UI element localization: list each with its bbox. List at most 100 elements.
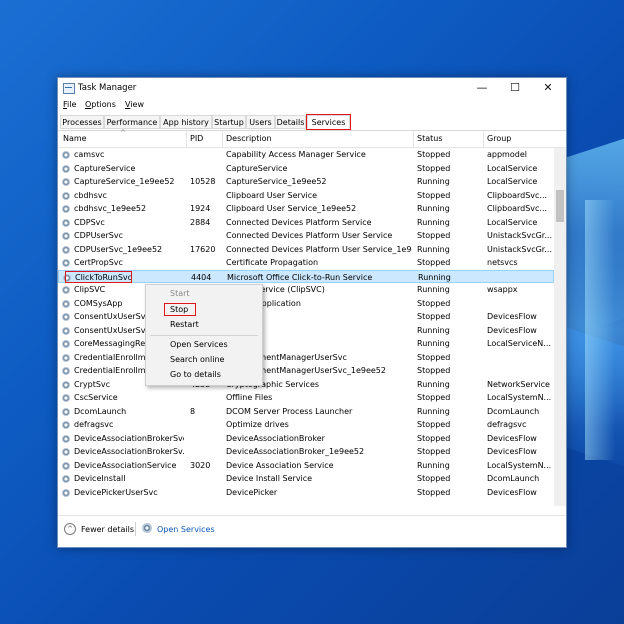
fewer-details-button[interactable]: Fewer details: [81, 525, 134, 534]
close-button[interactable]: ✕: [533, 79, 563, 97]
column-description[interactable]: Description: [226, 134, 272, 143]
menu-options[interactable]: Options: [85, 100, 116, 109]
service-gear-icon: [62, 299, 70, 308]
service-row[interactable]: CryptSvc4252Cryptographic ServicesRunnin…: [58, 378, 554, 392]
column-status[interactable]: Status: [417, 134, 443, 143]
context-start[interactable]: Start: [170, 289, 190, 298]
service-row[interactable]: ConsentUxUserSvc...XRunningDevicesFlow: [58, 324, 554, 338]
service-row[interactable]: COMSysApp ...stem Application Stopped: [58, 297, 554, 311]
service-row[interactable]: DeviceAssociationBrokerSvc DeviceAssociat…: [58, 432, 554, 446]
service-status: Stopped: [417, 433, 451, 443]
title-bar[interactable]: Task Manager — ☐ ✕: [58, 78, 566, 98]
column-name[interactable]: Name: [63, 134, 87, 143]
service-group: UnistackSvcGr...: [487, 231, 552, 240]
task-manager-window: Task Manager — ☐ ✕ File Options View Pro…: [57, 77, 567, 548]
column-group[interactable]: Group: [487, 134, 511, 143]
service-group: LocalSystemN...: [487, 393, 552, 402]
service-group: LocalService: [487, 177, 538, 186]
service-description: Clipboard User Service: [226, 190, 318, 200]
context-search-online[interactable]: Search online: [170, 355, 224, 364]
service-gear-icon: [62, 367, 70, 375]
service-name: DcomLaunch: [74, 406, 127, 416]
tab-startup[interactable]: Startup: [212, 115, 246, 129]
context-go-to-details[interactable]: Go to details: [170, 370, 221, 379]
chevron-up-icon[interactable]: ^: [64, 523, 76, 535]
service-row[interactable]: CredentialEnrollme ...lEnrollmentManagerU…: [58, 364, 554, 378]
service-status: Stopped: [417, 231, 451, 240]
service-row[interactable]: cbdhsvc Clipboard User Service Stopped Clip…: [58, 189, 554, 203]
service-gear-icon: [62, 232, 70, 240]
tab-users[interactable]: Users: [246, 115, 275, 129]
service-row[interactable]: ConsentUxUserSvc...XStoppedDevicesFlow: [58, 310, 554, 324]
service-name: cbdhsvc: [74, 190, 107, 200]
service-group: LocalService: [487, 163, 538, 173]
service-gear-icon: [62, 461, 70, 470]
service-status: Running: [417, 460, 450, 470]
tab-services[interactable]: Services: [306, 114, 351, 130]
service-gear-icon: [62, 313, 70, 321]
tab-app-history[interactable]: App history: [160, 115, 212, 129]
service-row[interactable]: DeviceInstall Device Install Service Stopp…: [58, 472, 554, 486]
service-row[interactable]: CoreMessagingReg...agingRunningLocalServ…: [58, 337, 554, 351]
maximize-button[interactable]: ☐: [500, 79, 530, 97]
service-pid: 8: [190, 406, 196, 416]
stop-highlight-box: [164, 303, 196, 316]
service-group: DcomLaunch: [487, 406, 540, 416]
service-row[interactable]: CaptureService CaptureService Stopped Local…: [58, 162, 554, 176]
vertical-scrollbar[interactable]: [554, 148, 566, 506]
service-gear-icon: [62, 286, 70, 294]
service-gear-icon: [62, 407, 70, 416]
service-row[interactable]: CaptureService_1e9ee52 10528 CaptureServic…: [58, 175, 554, 189]
service-row[interactable]: CDPSvc 2884 Connected Devices Platform Ser…: [58, 216, 554, 230]
service-gear-icon: [62, 353, 70, 362]
minimize-button[interactable]: —: [467, 79, 497, 97]
menu-file[interactable]: File: [63, 100, 76, 109]
service-row[interactable]: CredentialEnrollme ...lEnrollmentManagerU…: [58, 351, 554, 365]
service-gear-icon: [62, 218, 70, 227]
service-group: LocalServiceN...: [487, 339, 551, 348]
service-row[interactable]: DevicePickerUserSvc DevicePicker Stopped De…: [58, 486, 554, 500]
service-row[interactable]: cbdhsvc_1e9ee52 1924 Clipboard User Servic…: [58, 202, 554, 216]
service-row[interactable]: ClickToRunSvc 4404 Microsoft Office Click-…: [58, 269, 554, 283]
menu-view[interactable]: View: [125, 100, 144, 109]
service-name: DeviceAssociationBrokerSv...: [74, 447, 184, 456]
tab-performance[interactable]: Performance: [104, 115, 160, 129]
service-status: Stopped: [417, 352, 451, 362]
service-row[interactable]: DeviceAssociationBrokerSv... DeviceAssoci…: [58, 445, 554, 459]
service-status: Stopped: [417, 312, 451, 321]
service-status: Running: [417, 406, 450, 416]
service-row[interactable]: CscService Offline Files Stopped LocalSyste…: [58, 391, 554, 405]
service-pid: 17620: [190, 244, 216, 254]
service-status: Running: [417, 379, 450, 389]
tab-details[interactable]: Details: [275, 115, 306, 129]
service-status: Running: [417, 285, 450, 294]
service-gear-icon: [62, 205, 70, 213]
service-description: DCOM Server Process Launcher: [226, 406, 353, 416]
service-pid: 3020: [190, 460, 211, 470]
context-restart[interactable]: Restart: [170, 320, 199, 329]
service-gear-icon: [62, 164, 70, 173]
service-status: Stopped: [417, 150, 451, 159]
open-services-link[interactable]: Open Services: [157, 525, 215, 534]
service-row[interactable]: camsvc Capability Access Manager Service S…: [58, 148, 554, 162]
column-pid[interactable]: PID: [190, 134, 203, 143]
service-row[interactable]: CertPropSvc Certificate Propagation Stoppe…: [58, 256, 554, 270]
service-gear-icon: [62, 245, 70, 254]
tab-processes[interactable]: Processes: [60, 115, 104, 129]
service-status: Running: [417, 204, 450, 213]
service-group: DevicesFlow: [487, 433, 537, 443]
context-open-services[interactable]: Open Services: [170, 340, 228, 349]
service-gear-icon: [62, 434, 70, 443]
service-row[interactable]: CDPUserSvc_1e9ee52 17620 Connected Devices…: [58, 243, 554, 257]
service-row[interactable]: DcomLaunch 8 DCOM Server Process Launcher R…: [58, 405, 554, 419]
service-row[interactable]: CDPUserSvc Connected Devices Platform Use…: [58, 229, 554, 243]
service-row[interactable]: defragsvc Optimize drives Stopped defragsvc: [58, 418, 554, 432]
service-row[interactable]: ClipSVC ...ense Service (ClipSVC) Running w…: [58, 283, 554, 297]
service-status: Running: [417, 339, 450, 348]
service-name: DeviceAssociationBrokerSvc: [74, 433, 184, 443]
service-group: ClipboardSvc...: [487, 204, 548, 213]
service-name: CDPSvc: [74, 217, 105, 227]
service-row[interactable]: DeviceAssociationService 3020 Device Assoc…: [58, 459, 554, 473]
scrollbar-thumb[interactable]: [556, 190, 564, 222]
service-group: wsappx: [487, 285, 518, 294]
